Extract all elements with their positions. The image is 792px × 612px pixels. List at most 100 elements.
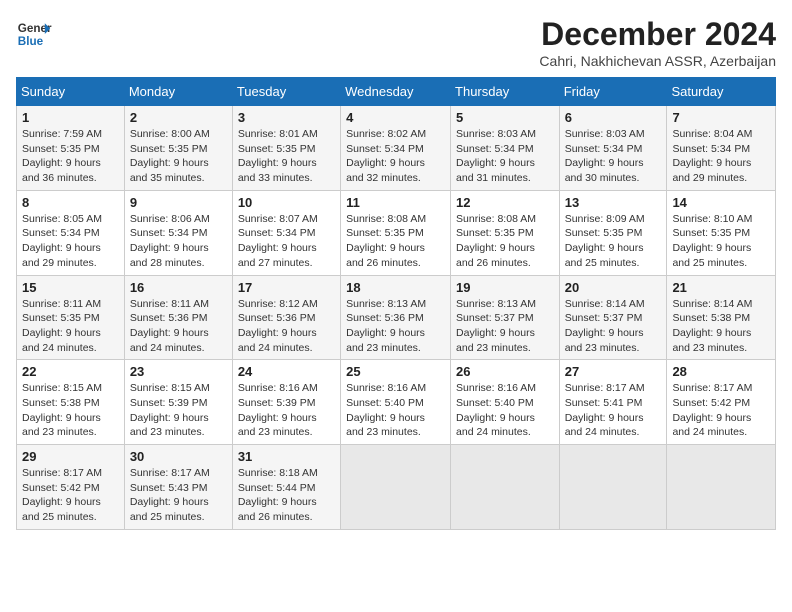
day-number: 31 <box>238 449 335 464</box>
calendar-cell: 10 Sunrise: 8:07 AM Sunset: 5:34 PM Dayli… <box>232 190 340 275</box>
day-info: Sunrise: 8:04 AM Sunset: 5:34 PM Dayligh… <box>672 127 770 186</box>
day-info: Sunrise: 8:15 AM Sunset: 5:38 PM Dayligh… <box>22 381 119 440</box>
calendar-cell: 6 Sunrise: 8:03 AM Sunset: 5:34 PM Daylig… <box>559 106 667 191</box>
calendar-cell <box>341 445 451 530</box>
day-info: Sunrise: 8:17 AM Sunset: 5:42 PM Dayligh… <box>22 466 119 525</box>
day-info: Sunrise: 8:10 AM Sunset: 5:35 PM Dayligh… <box>672 212 770 271</box>
day-number: 15 <box>22 280 119 295</box>
day-number: 30 <box>130 449 227 464</box>
calendar-cell: 5 Sunrise: 8:03 AM Sunset: 5:34 PM Daylig… <box>451 106 560 191</box>
header-tuesday: Tuesday <box>232 78 340 106</box>
day-info: Sunrise: 8:05 AM Sunset: 5:34 PM Dayligh… <box>22 212 119 271</box>
day-info: Sunrise: 8:08 AM Sunset: 5:35 PM Dayligh… <box>346 212 445 271</box>
day-info: Sunrise: 8:13 AM Sunset: 5:37 PM Dayligh… <box>456 297 554 356</box>
location-subtitle: Cahri, Nakhichevan ASSR, Azerbaijan <box>539 53 776 69</box>
calendar-cell: 1Sunrise: 7:59 AM Sunset: 5:35 PM Daylig… <box>17 106 125 191</box>
day-info: Sunrise: 8:00 AM Sunset: 5:35 PM Dayligh… <box>130 127 227 186</box>
day-info: Sunrise: 8:16 AM Sunset: 5:40 PM Dayligh… <box>456 381 554 440</box>
calendar-week-4: 22 Sunrise: 8:15 AM Sunset: 5:38 PM Dayli… <box>17 360 776 445</box>
calendar-cell: 27 Sunrise: 8:17 AM Sunset: 5:41 PM Dayli… <box>559 360 667 445</box>
day-number: 8 <box>22 195 119 210</box>
calendar-cell: 24 Sunrise: 8:16 AM Sunset: 5:39 PM Dayli… <box>232 360 340 445</box>
day-number: 27 <box>565 364 662 379</box>
calendar-cell: 7 Sunrise: 8:04 AM Sunset: 5:34 PM Daylig… <box>667 106 776 191</box>
day-number: 28 <box>672 364 770 379</box>
calendar-cell: 12Sunrise: 8:08 AM Sunset: 5:35 PM Dayli… <box>451 190 560 275</box>
page-header: General Blue December 2024 Cahri, Nakhic… <box>16 16 776 69</box>
day-info: Sunrise: 8:18 AM Sunset: 5:44 PM Dayligh… <box>238 466 335 525</box>
calendar-cell <box>559 445 667 530</box>
day-number: 21 <box>672 280 770 295</box>
day-number: 5 <box>456 110 554 125</box>
day-info: Sunrise: 8:01 AM Sunset: 5:35 PM Dayligh… <box>238 127 335 186</box>
calendar-cell: 2Sunrise: 8:00 AM Sunset: 5:35 PM Daylig… <box>124 106 232 191</box>
calendar-cell: 30Sunrise: 8:17 AM Sunset: 5:43 PM Dayli… <box>124 445 232 530</box>
day-number: 13 <box>565 195 662 210</box>
day-info: Sunrise: 8:14 AM Sunset: 5:38 PM Dayligh… <box>672 297 770 356</box>
header-wednesday: Wednesday <box>341 78 451 106</box>
calendar-cell: 21 Sunrise: 8:14 AM Sunset: 5:38 PM Dayli… <box>667 275 776 360</box>
day-number: 26 <box>456 364 554 379</box>
calendar-week-3: 15Sunrise: 8:11 AM Sunset: 5:35 PM Dayli… <box>17 275 776 360</box>
day-info: Sunrise: 8:02 AM Sunset: 5:34 PM Dayligh… <box>346 127 445 186</box>
calendar-week-5: 29 Sunrise: 8:17 AM Sunset: 5:42 PM Dayli… <box>17 445 776 530</box>
day-number: 3 <box>238 110 335 125</box>
calendar-cell: 18Sunrise: 8:13 AM Sunset: 5:36 PM Dayli… <box>341 275 451 360</box>
calendar-week-1: 1Sunrise: 7:59 AM Sunset: 5:35 PM Daylig… <box>17 106 776 191</box>
calendar-cell: 23Sunrise: 8:15 AM Sunset: 5:39 PM Dayli… <box>124 360 232 445</box>
day-number: 6 <box>565 110 662 125</box>
day-info: Sunrise: 8:16 AM Sunset: 5:39 PM Dayligh… <box>238 381 335 440</box>
calendar-body: 1Sunrise: 7:59 AM Sunset: 5:35 PM Daylig… <box>17 106 776 530</box>
day-info: Sunrise: 8:11 AM Sunset: 5:36 PM Dayligh… <box>130 297 227 356</box>
day-info: Sunrise: 8:03 AM Sunset: 5:34 PM Dayligh… <box>565 127 662 186</box>
calendar-cell: 22 Sunrise: 8:15 AM Sunset: 5:38 PM Dayli… <box>17 360 125 445</box>
day-info: Sunrise: 8:14 AM Sunset: 5:37 PM Dayligh… <box>565 297 662 356</box>
calendar-cell: 8 Sunrise: 8:05 AM Sunset: 5:34 PM Daylig… <box>17 190 125 275</box>
day-number: 25 <box>346 364 445 379</box>
day-number: 19 <box>456 280 554 295</box>
day-info: Sunrise: 8:07 AM Sunset: 5:34 PM Dayligh… <box>238 212 335 271</box>
calendar-cell: 15Sunrise: 8:11 AM Sunset: 5:35 PM Dayli… <box>17 275 125 360</box>
calendar-cell: 19 Sunrise: 8:13 AM Sunset: 5:37 PM Dayli… <box>451 275 560 360</box>
day-number: 12 <box>456 195 554 210</box>
day-info: Sunrise: 8:17 AM Sunset: 5:41 PM Dayligh… <box>565 381 662 440</box>
day-info: Sunrise: 8:06 AM Sunset: 5:34 PM Dayligh… <box>130 212 227 271</box>
day-number: 29 <box>22 449 119 464</box>
calendar-cell: 11 Sunrise: 8:08 AM Sunset: 5:35 PM Dayli… <box>341 190 451 275</box>
calendar-cell: 9 Sunrise: 8:06 AM Sunset: 5:34 PM Daylig… <box>124 190 232 275</box>
calendar-cell: 14 Sunrise: 8:10 AM Sunset: 5:35 PM Dayli… <box>667 190 776 275</box>
day-number: 9 <box>130 195 227 210</box>
day-info: Sunrise: 8:16 AM Sunset: 5:40 PM Dayligh… <box>346 381 445 440</box>
day-info: Sunrise: 8:12 AM Sunset: 5:36 PM Dayligh… <box>238 297 335 356</box>
calendar-cell <box>667 445 776 530</box>
day-number: 20 <box>565 280 662 295</box>
logo-icon: General Blue <box>16 16 52 52</box>
logo: General Blue <box>16 16 52 52</box>
calendar-cell: 28 Sunrise: 8:17 AM Sunset: 5:42 PM Dayli… <box>667 360 776 445</box>
day-number: 16 <box>130 280 227 295</box>
calendar-cell <box>451 445 560 530</box>
calendar-cell: 17 Sunrise: 8:12 AM Sunset: 5:36 PM Dayli… <box>232 275 340 360</box>
day-info: Sunrise: 8:15 AM Sunset: 5:39 PM Dayligh… <box>130 381 227 440</box>
day-number: 10 <box>238 195 335 210</box>
calendar-header-row: SundayMondayTuesdayWednesdayThursdayFrid… <box>17 78 776 106</box>
calendar-cell: 3 Sunrise: 8:01 AM Sunset: 5:35 PM Daylig… <box>232 106 340 191</box>
calendar-cell: 29 Sunrise: 8:17 AM Sunset: 5:42 PM Dayli… <box>17 445 125 530</box>
day-number: 17 <box>238 280 335 295</box>
day-number: 22 <box>22 364 119 379</box>
day-info: Sunrise: 8:17 AM Sunset: 5:42 PM Dayligh… <box>672 381 770 440</box>
calendar-cell: 13 Sunrise: 8:09 AM Sunset: 5:35 PM Dayli… <box>559 190 667 275</box>
day-number: 18 <box>346 280 445 295</box>
month-year-title: December 2024 <box>539 16 776 53</box>
day-number: 4 <box>346 110 445 125</box>
header-friday: Friday <box>559 78 667 106</box>
day-number: 14 <box>672 195 770 210</box>
day-info: Sunrise: 8:09 AM Sunset: 5:35 PM Dayligh… <box>565 212 662 271</box>
day-number: 7 <box>672 110 770 125</box>
title-area: December 2024 Cahri, Nakhichevan ASSR, A… <box>539 16 776 69</box>
svg-text:Blue: Blue <box>18 35 44 48</box>
day-number: 24 <box>238 364 335 379</box>
day-number: 1 <box>22 110 119 125</box>
day-info: Sunrise: 8:03 AM Sunset: 5:34 PM Dayligh… <box>456 127 554 186</box>
day-number: 11 <box>346 195 445 210</box>
